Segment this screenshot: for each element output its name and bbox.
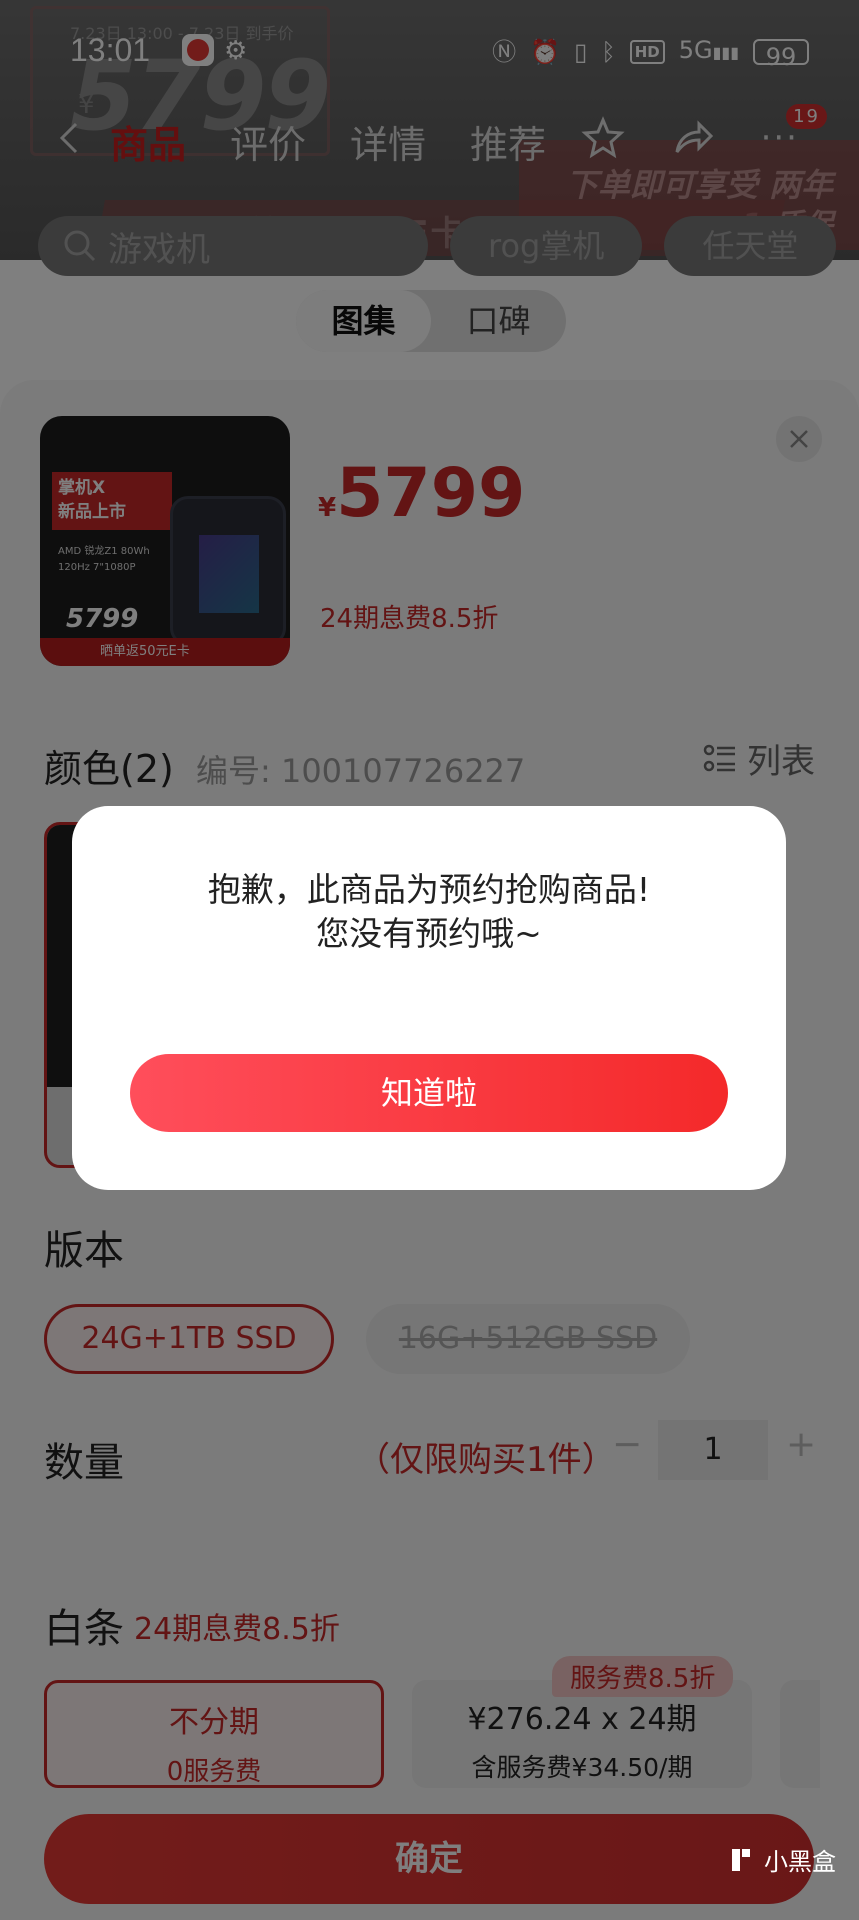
dialog-ok-button[interactable]: 知道啦 [130,1054,728,1132]
watermark: 小黑盒 [726,1842,836,1877]
reservation-required-dialog: 抱歉，此商品为预约抢购商品! 您没有预约哦~ 知道啦 [72,806,786,1190]
dialog-message-line2: 您没有预约哦~ [316,914,542,953]
watermark-text: 小黑盒 [764,1848,836,1876]
xiaoheihe-logo-icon [732,1848,750,1871]
dialog-message-line1: 抱歉，此商品为预约抢购商品! [207,870,651,909]
